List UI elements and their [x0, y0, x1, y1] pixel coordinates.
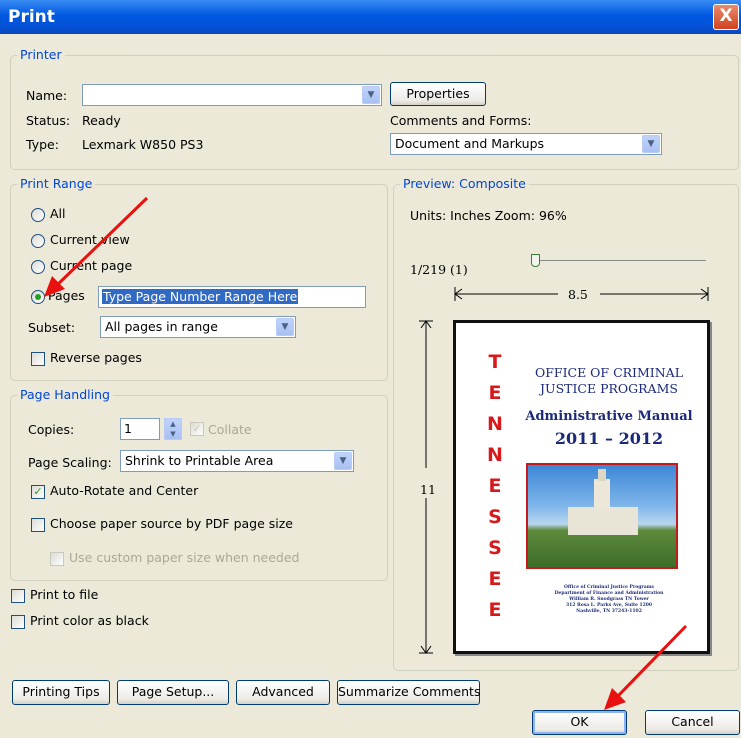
page-scaling-label: Page Scaling: — [28, 455, 112, 470]
paper-source-checkbox[interactable] — [31, 518, 45, 532]
copies-spinner[interactable]: ▲ ▼ — [164, 418, 182, 440]
chevron-down-icon: ▼ — [642, 135, 660, 153]
chevron-down-icon: ▼ — [362, 86, 380, 104]
page-office-heading: OFFICE OF CRIMINAL JUSTICE PROGRAMS — [534, 365, 683, 396]
chevron-down-icon: ▼ — [334, 452, 352, 470]
print-to-file-checkbox[interactable] — [11, 589, 25, 603]
print-color-black-label[interactable]: Print color as black — [30, 613, 149, 628]
auto-rotate-label[interactable]: Auto-Rotate and Center — [50, 483, 198, 498]
print-range-legend: Print Range — [17, 176, 96, 191]
reverse-pages-label[interactable]: Reverse pages — [50, 350, 142, 365]
subset-label: Subset: — [28, 320, 76, 335]
printer-legend: Printer — [17, 47, 65, 62]
annotation-arrow-pages — [44, 196, 149, 297]
properties-button[interactable]: Properties — [390, 82, 486, 106]
close-icon[interactable]: X — [713, 4, 739, 30]
comments-forms-select[interactable]: Document and Markups ▼ — [390, 133, 662, 155]
width-value: 8.5 — [568, 287, 588, 302]
collate-checkbox[interactable]: ✓ — [190, 422, 204, 436]
page-counter: 1/219 (1) — [410, 262, 468, 277]
print-color-black-checkbox[interactable] — [11, 615, 25, 629]
page-setup-button[interactable]: Page Setup... — [117, 680, 229, 705]
type-label: Type: — [26, 137, 59, 152]
summarize-comments-button[interactable]: Summarize Comments — [337, 680, 480, 705]
reverse-pages-checkbox[interactable] — [31, 352, 45, 366]
printing-tips-button[interactable]: Printing Tips — [12, 680, 110, 705]
page-address: Office of Criminal Justice Programs Depa… — [554, 585, 664, 614]
advanced-button[interactable]: Advanced — [236, 680, 330, 705]
copies-input[interactable]: 1 — [120, 418, 160, 440]
page-scaling-select[interactable]: Shrink to Printable Area ▼ — [120, 450, 354, 472]
comments-forms-label: Comments and Forms: — [390, 113, 532, 128]
status-label: Status: — [26, 113, 71, 128]
status-value: Ready — [82, 113, 121, 128]
auto-rotate-checkbox[interactable]: ✓ — [31, 485, 45, 499]
page-handling-legend: Page Handling — [17, 387, 113, 402]
units-zoom-text: Units: Inches Zoom: 96% — [410, 208, 567, 223]
preview-legend: Preview: Composite — [400, 176, 529, 191]
height-value: 11 — [420, 482, 436, 497]
capitol-building-shape — [568, 507, 638, 535]
collate-label[interactable]: Collate — [208, 422, 252, 437]
subset-select[interactable]: All pages in range ▼ — [100, 316, 296, 338]
capitol-cupola-shape — [598, 469, 606, 481]
annotation-arrow-ok — [604, 624, 688, 710]
vertical-word: T E N N E S S E E — [487, 351, 503, 621]
window-title: Print — [8, 7, 55, 27]
capitol-photo — [526, 463, 678, 569]
name-label: Name: — [26, 88, 68, 103]
page-slider-thumb[interactable] — [531, 254, 540, 267]
preview-page: T E N N E S S E E OFFICE OF CRIMINAL JUS… — [453, 320, 710, 654]
capitol-tower-shape — [594, 479, 610, 509]
custom-paper-size-checkbox[interactable] — [50, 552, 64, 566]
page-manual-title: Administrative Manual — [525, 409, 693, 424]
chevron-down-icon: ▼ — [276, 318, 294, 336]
paper-source-label[interactable]: Choose paper source by PDF page size — [50, 516, 293, 531]
page-slider-track[interactable] — [536, 260, 706, 261]
page-years: 2011 – 2012 — [554, 429, 664, 448]
print-to-file-label[interactable]: Print to file — [30, 587, 98, 602]
type-value: Lexmark W850 PS3 — [82, 137, 204, 152]
printer-name-select[interactable]: ▼ — [82, 84, 382, 106]
custom-paper-size-label[interactable]: Use custom paper size when needed — [69, 550, 299, 565]
title-bar: Print — [0, 0, 741, 34]
copies-label: Copies: — [28, 422, 75, 437]
